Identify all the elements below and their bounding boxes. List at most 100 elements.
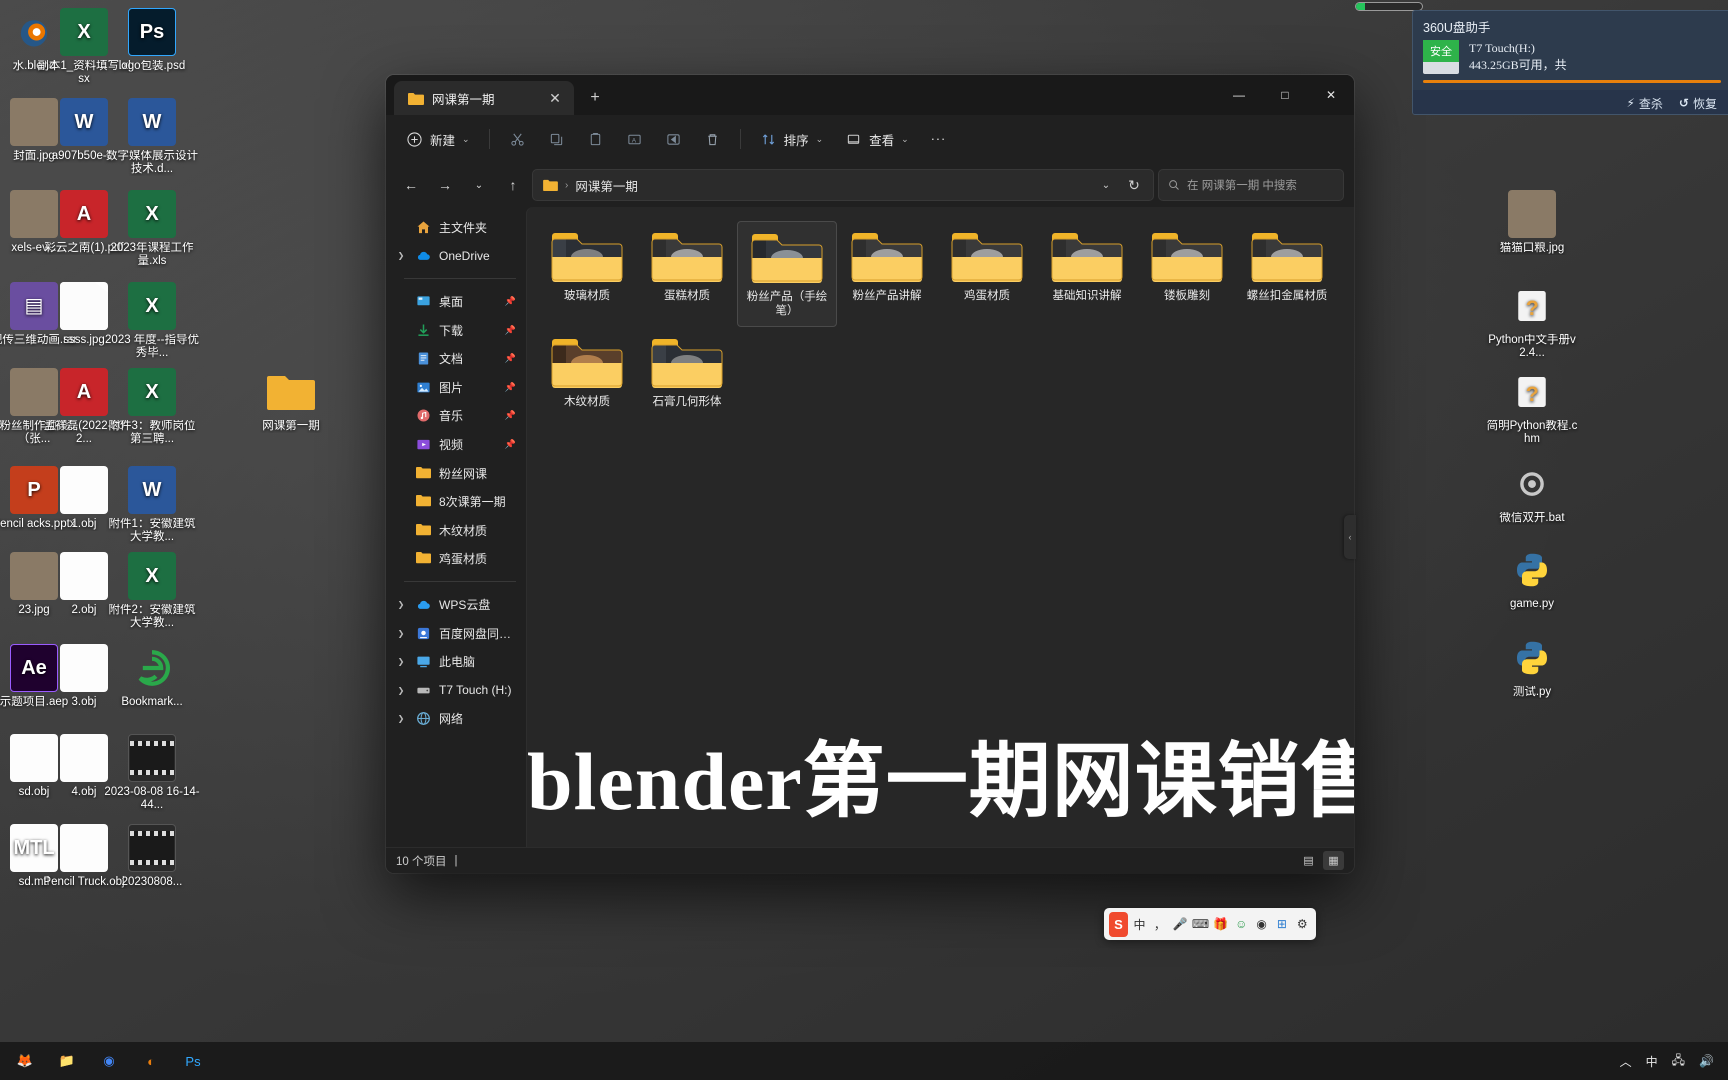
desktop-icon[interactable]: ? 简明Python教程.chm (1484, 368, 1580, 446)
folder-item[interactable]: 粉丝产品讲解 (837, 221, 937, 327)
chevron-right-icon[interactable]: ❯ (394, 714, 408, 723)
sidebar-item-音乐[interactable]: 音乐 📌 (390, 402, 520, 431)
sidebar-item-粉丝网课[interactable]: 粉丝网课 (390, 459, 520, 488)
minimize-button[interactable]: — (1216, 75, 1262, 115)
taskbar-photoshop-icon[interactable]: Ps (180, 1048, 206, 1074)
new-button[interactable]: 新建 ⌄ (396, 123, 480, 155)
ime-language-toggle[interactable]: 中 (1131, 913, 1148, 936)
desktop-icon[interactable]: 微信双开.bat (1484, 460, 1580, 525)
chevron-right-icon[interactable]: ❯ (394, 629, 408, 638)
copy-button[interactable] (538, 123, 575, 155)
folder-item[interactable]: 螺丝扣金属材质 (1237, 221, 1337, 327)
gear-icon[interactable]: ⚙ (1294, 913, 1311, 936)
folder-item[interactable]: 基础知识讲解 (1037, 221, 1137, 327)
sidebar-item-桌面[interactable]: 桌面 📌 (390, 287, 520, 316)
usb-scan-button[interactable]: ⚡ 查杀 (1626, 95, 1662, 112)
tab-close-icon[interactable]: ✕ (542, 85, 568, 111)
sidebar-item-木纹材质[interactable]: 木纹材质 (390, 516, 520, 545)
sidebar-item-此电脑[interactable]: ❯ 此电脑 (390, 647, 520, 676)
details-view-button[interactable]: ▤ (1298, 851, 1319, 870)
taskbar-blender-icon[interactable]: ◐ (138, 1048, 164, 1074)
recent-locations-button[interactable]: ⌄ (464, 170, 494, 200)
tray-chevron-icon[interactable]: ︿ (1620, 1053, 1632, 1070)
content-pane[interactable]: 玻璃材质 蛋糕材质 粉丝产品（手绘笔） 粉丝产品讲解 鸡蛋材质 基础知识讲解 镂… (526, 207, 1354, 847)
edge-panel-handle[interactable]: ‹ (1344, 515, 1356, 559)
address-bar[interactable]: › 网课第一期 ⌄ ↻ (532, 169, 1154, 201)
view-button[interactable]: 查看 ⌄ (835, 123, 919, 155)
paste-button[interactable] (577, 123, 614, 155)
chevron-right-icon[interactable]: ❯ (394, 600, 408, 609)
refresh-icon[interactable]: ↻ (1121, 172, 1147, 198)
cut-button[interactable] (499, 123, 536, 155)
desktop-icon[interactable]: 2023-08-08 16-14-44... (104, 734, 200, 812)
sidebar-item-鸡蛋材质[interactable]: 鸡蛋材质 (390, 545, 520, 574)
desktop-icon[interactable]: W 数字媒体展示设计技术.d... (104, 98, 200, 176)
search-box[interactable]: 在 网课第一期 中搜索 (1158, 169, 1344, 201)
sidebar-item-OneDrive[interactable]: ❯ OneDrive (390, 242, 520, 271)
pin-icon[interactable]: 📌 (505, 439, 516, 450)
desktop-icon[interactable]: 网课第一期 (243, 368, 339, 433)
sidebar-item-T7 Touch (H:)[interactable]: ❯ T7 Touch (H:) (390, 676, 520, 705)
sidebar-item-图片[interactable]: 图片 📌 (390, 373, 520, 402)
desktop-icon[interactable]: W 附件1：安徽建筑大学教... (104, 466, 200, 544)
pin-icon[interactable]: 📌 (505, 410, 516, 421)
sidebar-item-网络[interactable]: ❯ 网络 (390, 705, 520, 734)
folder-item[interactable]: 木纹材质 (537, 327, 637, 417)
ime-logo-icon[interactable]: S (1109, 911, 1128, 937)
network-icon[interactable]: 🖧 (1672, 1051, 1685, 1072)
sidebar-item-下载[interactable]: 下载 📌 (390, 316, 520, 345)
navigation-pane[interactable]: 主文件夹 ❯ OneDrive 桌面 📌 下载 📌 文档 📌 图片 📌 音乐 📌 视频 📌 粉丝网课 8次课第一… (386, 207, 526, 847)
gift-icon[interactable]: 🎁 (1212, 913, 1229, 936)
sidebar-item-主文件夹[interactable]: 主文件夹 (390, 213, 520, 242)
sidebar-item-视频[interactable]: 视频 📌 (390, 430, 520, 459)
sort-button[interactable]: 排序 ⌄ (750, 123, 834, 155)
desktop-icon[interactable]: X 附件3：教师岗位第三聘... (104, 368, 200, 446)
mic-icon[interactable]: 🎤 (1172, 913, 1189, 936)
taskbar-chrome-icon[interactable]: ◉ (96, 1048, 122, 1074)
desktop-icon[interactable]: 20230808... (104, 824, 200, 889)
sidebar-item-8次课第一期[interactable]: 8次课第一期 (390, 487, 520, 516)
ime-punctuation-toggle[interactable]: ， (1151, 913, 1168, 936)
share-button[interactable] (655, 123, 692, 155)
address-dropdown-icon[interactable]: ⌄ (1093, 172, 1119, 198)
desktop-icon[interactable]: Bookmark... (104, 644, 200, 709)
back-button[interactable]: ← (396, 170, 426, 200)
desktop-icon[interactable]: X 附件2：安徽建筑大学教... (104, 552, 200, 630)
desktop-icon[interactable]: Ps logo包装.psd (104, 8, 200, 73)
keyboard-icon[interactable]: ⌨ (1192, 913, 1209, 936)
taskbar-file-explorer-icon[interactable]: 📁 (54, 1048, 80, 1074)
desktop-icon[interactable]: X 2023 年度--指导优秀毕... (104, 282, 200, 360)
emoji-icon[interactable]: ☺ (1233, 913, 1250, 936)
forward-button[interactable]: → (430, 170, 460, 200)
folder-item[interactable]: 石膏几何形体 (637, 327, 737, 417)
eye-icon[interactable]: ◉ (1253, 913, 1270, 936)
sidebar-item-文档[interactable]: 文档 📌 (390, 344, 520, 373)
desktop-icon[interactable]: game.py (1484, 546, 1580, 611)
chevron-right-icon[interactable]: ❯ (394, 251, 408, 260)
pin-icon[interactable]: 📌 (505, 353, 516, 364)
desktop-icon[interactable]: 测试.py (1484, 634, 1580, 699)
tray-language-indicator[interactable]: 中 (1646, 1053, 1658, 1070)
rename-button[interactable]: A (616, 123, 653, 155)
folder-item[interactable]: 鸡蛋材质 (937, 221, 1037, 327)
large-icons-view-button[interactable]: ▦ (1323, 851, 1344, 870)
new-tab-button[interactable]: + (582, 85, 608, 111)
desktop-icon[interactable]: 猫猫口粮.jpg (1484, 190, 1580, 255)
folder-item[interactable]: 蛋糕材质 (637, 221, 737, 327)
tab-网课第一期[interactable]: 网课第一期 ✕ (394, 81, 574, 115)
chevron-right-icon[interactable]: ❯ (394, 686, 408, 695)
more-options-button[interactable]: ··· (921, 123, 957, 155)
usb-restore-button[interactable]: ↺ 恢复 (1679, 95, 1717, 112)
sidebar-item-WPS云盘[interactable]: ❯ WPS云盘 (390, 590, 520, 619)
taskbar-firefox-icon[interactable]: 🦊 (12, 1048, 38, 1074)
desktop-icon[interactable]: ? Python中文手册v2.4... (1484, 282, 1580, 360)
folder-item[interactable]: 玻璃材质 (537, 221, 637, 327)
chevron-right-icon[interactable]: ❯ (394, 657, 408, 666)
folder-item[interactable]: 镂板雕刻 (1137, 221, 1237, 327)
breadcrumb[interactable]: › 网课第一期 (543, 176, 638, 195)
sidebar-item-百度网盘同步空间[interactable]: ❯ 百度网盘同步空间 (390, 619, 520, 648)
up-button[interactable]: ↑ (498, 170, 528, 200)
close-button[interactable]: ✕ (1308, 75, 1354, 115)
pin-icon[interactable]: 📌 (505, 296, 516, 307)
desktop-icon[interactable]: X 2023年课程工作量.xls (104, 190, 200, 268)
